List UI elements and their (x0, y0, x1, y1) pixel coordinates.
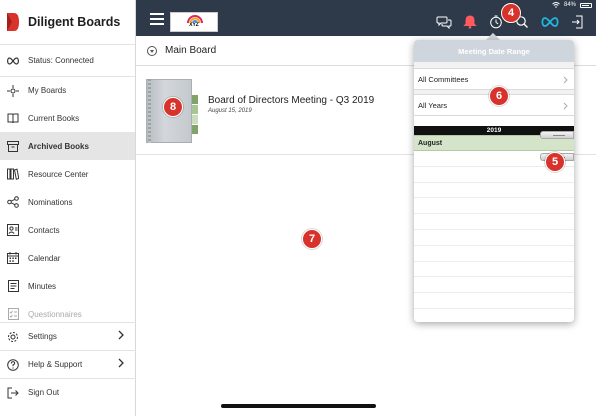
book-spine (148, 79, 151, 143)
sidebar-item-resource-center[interactable]: Resource Center (0, 160, 135, 188)
callout-marker: 4 (501, 3, 521, 23)
chevron-right-icon (118, 358, 124, 370)
sidebar-nav: My Boards Current Books Archived Books R… (0, 76, 135, 328)
book-title[interactable]: Board of Directors Meeting - Q3 2019 (208, 95, 374, 106)
book-tab (192, 105, 198, 114)
month-row[interactable] (414, 262, 574, 278)
book-tab (192, 95, 198, 104)
book-date: August 15, 2019 (208, 108, 252, 114)
chevron-right-icon (563, 76, 568, 86)
sidebar: Diligent Boards Status: Connected My Boa… (0, 0, 136, 416)
month-label: August (418, 139, 443, 147)
status-label: Status: Connected (28, 56, 94, 65)
callout-marker: 7 (302, 229, 322, 249)
meeting-date-range-popover: Meeting Date Range All Committees All Ye… (414, 40, 574, 322)
callout-marker: 6 (489, 86, 509, 106)
battery-icon (580, 2, 592, 8)
infinity-icon (6, 54, 20, 68)
contacts-icon (6, 223, 20, 237)
sidebar-item-label: My Boards (28, 86, 67, 95)
connection-status[interactable]: Status: Connected (0, 44, 135, 76)
diligent-logo-icon (7, 13, 19, 31)
sidebar-item-archived-books[interactable]: Archived Books (0, 132, 135, 160)
gear-icon (6, 330, 20, 344)
top-bar: XYZ 84% (136, 0, 596, 36)
book-tab (192, 115, 198, 124)
month-row[interactable] (414, 309, 574, 322)
range-start-handle[interactable] (540, 131, 574, 139)
archive-icon (6, 139, 20, 153)
boards-icon (6, 84, 20, 98)
month-row[interactable] (414, 214, 574, 230)
popover-spacer (414, 116, 574, 126)
callout-marker: 5 (545, 152, 565, 172)
calendar-icon (6, 251, 20, 265)
sidebar-item-my-boards[interactable]: My Boards (0, 76, 135, 104)
month-row[interactable] (414, 293, 574, 309)
sidebar-item-label: Minutes (28, 281, 57, 291)
year-filter-label: All Years (418, 100, 448, 110)
chat-icon[interactable] (436, 15, 452, 29)
month-row[interactable] (414, 230, 574, 246)
home-indicator[interactable] (221, 404, 376, 408)
sidebar-item-nominations[interactable]: Nominations (0, 188, 135, 216)
callout-marker: 8 (163, 97, 183, 117)
sidebar-item-label: Nominations (28, 197, 73, 207)
month-row[interactable] (414, 183, 574, 199)
sidebar-item-label: Sign Out (28, 388, 60, 397)
battery-percent: 84% (563, 2, 576, 8)
sidebar-bottom: Settings Help & Support Sign Out (0, 322, 136, 406)
book-tab (192, 125, 198, 134)
sidebar-item-help-support[interactable]: Help & Support (0, 350, 136, 378)
chevron-right-icon (118, 330, 124, 342)
sidebar-item-label: Archived Books (28, 141, 89, 151)
sidebar-item-label: Questionnaires (28, 309, 82, 319)
library-icon (6, 167, 20, 181)
brand-header: Diligent Boards (0, 0, 135, 44)
month-row[interactable] (414, 277, 574, 294)
wifi-icon (552, 2, 560, 8)
sidebar-item-contacts[interactable]: Contacts (0, 216, 135, 244)
exit-icon[interactable] (570, 15, 586, 29)
sidebar-item-label: Contacts (28, 225, 60, 235)
menu-icon[interactable] (150, 13, 164, 25)
org-logo-mark-icon (187, 15, 203, 24)
org-logo: XYZ (170, 12, 218, 32)
sidebar-item-minutes[interactable]: Minutes (0, 272, 135, 300)
sidebar-item-settings[interactable]: Settings (0, 322, 136, 350)
sign-out-icon (6, 386, 20, 400)
chevron-right-icon (563, 102, 568, 112)
sidebar-item-label: Help & Support (28, 360, 83, 369)
sidebar-item-calendar[interactable]: Calendar (0, 244, 135, 272)
share-icon (6, 195, 20, 209)
document-icon (6, 279, 20, 293)
committee-filter-label: All Committees (418, 74, 469, 84)
sidebar-item-sign-out[interactable]: Sign Out (0, 378, 136, 406)
book-icon (6, 111, 20, 125)
dropdown-circle-icon[interactable] (147, 45, 157, 56)
board-title: Main Board (165, 45, 217, 56)
sidebar-item-label: Current Books (28, 113, 80, 123)
sidebar-item-label: Calendar (28, 253, 61, 263)
sidebar-item-label: Settings (28, 332, 57, 341)
help-icon (6, 358, 20, 372)
month-row[interactable] (414, 246, 574, 262)
bell-icon[interactable] (462, 15, 478, 29)
sidebar-item-label: Resource Center (28, 169, 89, 179)
device-status-bar: 84% (552, 2, 592, 8)
popover-title: Meeting Date Range (414, 40, 574, 62)
app-name: Diligent Boards (28, 15, 121, 29)
month-row[interactable] (414, 198, 574, 215)
sidebar-item-current-books[interactable]: Current Books (0, 104, 135, 132)
year-label: 2019 (486, 127, 502, 134)
sync-icon[interactable] (540, 15, 560, 29)
checklist-icon (6, 307, 20, 321)
